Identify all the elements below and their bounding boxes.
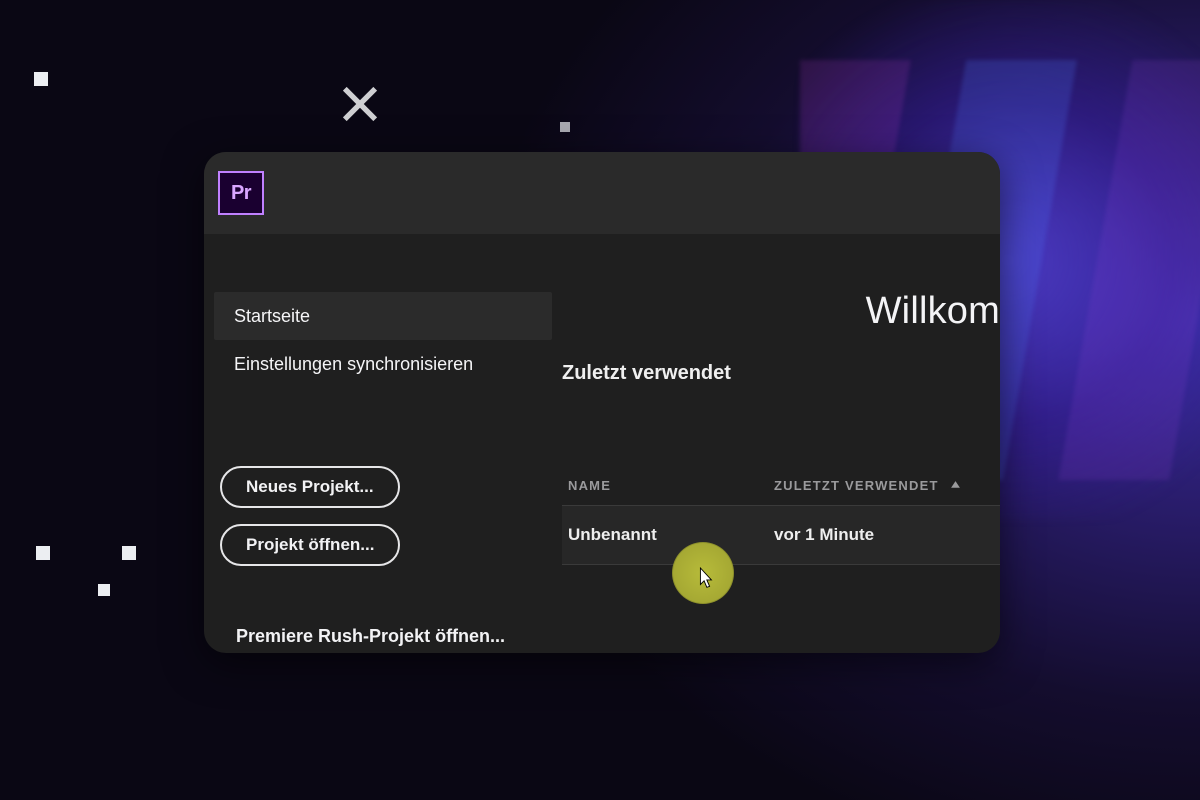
column-label: NAME: [568, 478, 611, 493]
panel-header: Pr: [204, 152, 1000, 234]
table-header: NAME ZULETZT VERWENDET: [562, 478, 1000, 505]
link-label: Premiere Rush-Projekt öffnen...: [236, 626, 505, 646]
decorative-square: [122, 546, 136, 560]
sidebar-item-label: Einstellungen synchronisieren: [234, 354, 473, 375]
decorative-square: [98, 584, 110, 596]
sidebar-item-label: Startseite: [234, 306, 310, 327]
column-name[interactable]: NAME: [568, 478, 774, 493]
open-project-button[interactable]: Projekt öffnen...: [220, 524, 400, 566]
project-last-used-cell: vor 1 Minute: [774, 525, 994, 545]
open-rush-project-link[interactable]: Premiere Rush-Projekt öffnen...: [236, 626, 505, 647]
sort-ascending-icon: [949, 479, 962, 492]
sidebar: Startseite Einstellungen synchronisieren…: [204, 234, 562, 653]
table-row[interactable]: Unbenannt vor 1 Minute: [562, 505, 1000, 565]
sidebar-item-home[interactable]: Startseite: [214, 292, 552, 340]
recent-table: NAME ZULETZT VERWENDET Unbenannt vor 1 M…: [562, 478, 1000, 565]
button-label: Projekt öffnen...: [246, 535, 374, 555]
project-buttons: Neues Projekt... Projekt öffnen...: [214, 466, 552, 582]
sidebar-item-sync-settings[interactable]: Einstellungen synchronisieren: [214, 340, 552, 388]
column-label: ZULETZT VERWENDET: [774, 478, 939, 493]
project-name-cell: Unbenannt: [568, 525, 774, 545]
button-label: Neues Projekt...: [246, 477, 374, 497]
app-logo-text: Pr: [231, 182, 251, 205]
app-logo: Pr: [218, 171, 264, 215]
welcome-title: Willkom: [866, 290, 1000, 333]
welcome-panel: Pr Startseite Einstellungen synchronisie…: [204, 152, 1000, 653]
close-icon[interactable]: [338, 82, 382, 126]
recent-area: Willkom Zuletzt verwendet NAME ZULETZT V…: [562, 234, 1000, 653]
decorative-square: [36, 546, 50, 560]
column-last-used[interactable]: ZULETZT VERWENDET: [774, 478, 994, 493]
recent-heading: Zuletzt verwendet: [562, 362, 731, 385]
new-project-button[interactable]: Neues Projekt...: [220, 466, 400, 508]
decorative-square: [560, 122, 570, 132]
panel-body: Startseite Einstellungen synchronisieren…: [204, 234, 1000, 653]
decorative-square: [34, 72, 48, 86]
